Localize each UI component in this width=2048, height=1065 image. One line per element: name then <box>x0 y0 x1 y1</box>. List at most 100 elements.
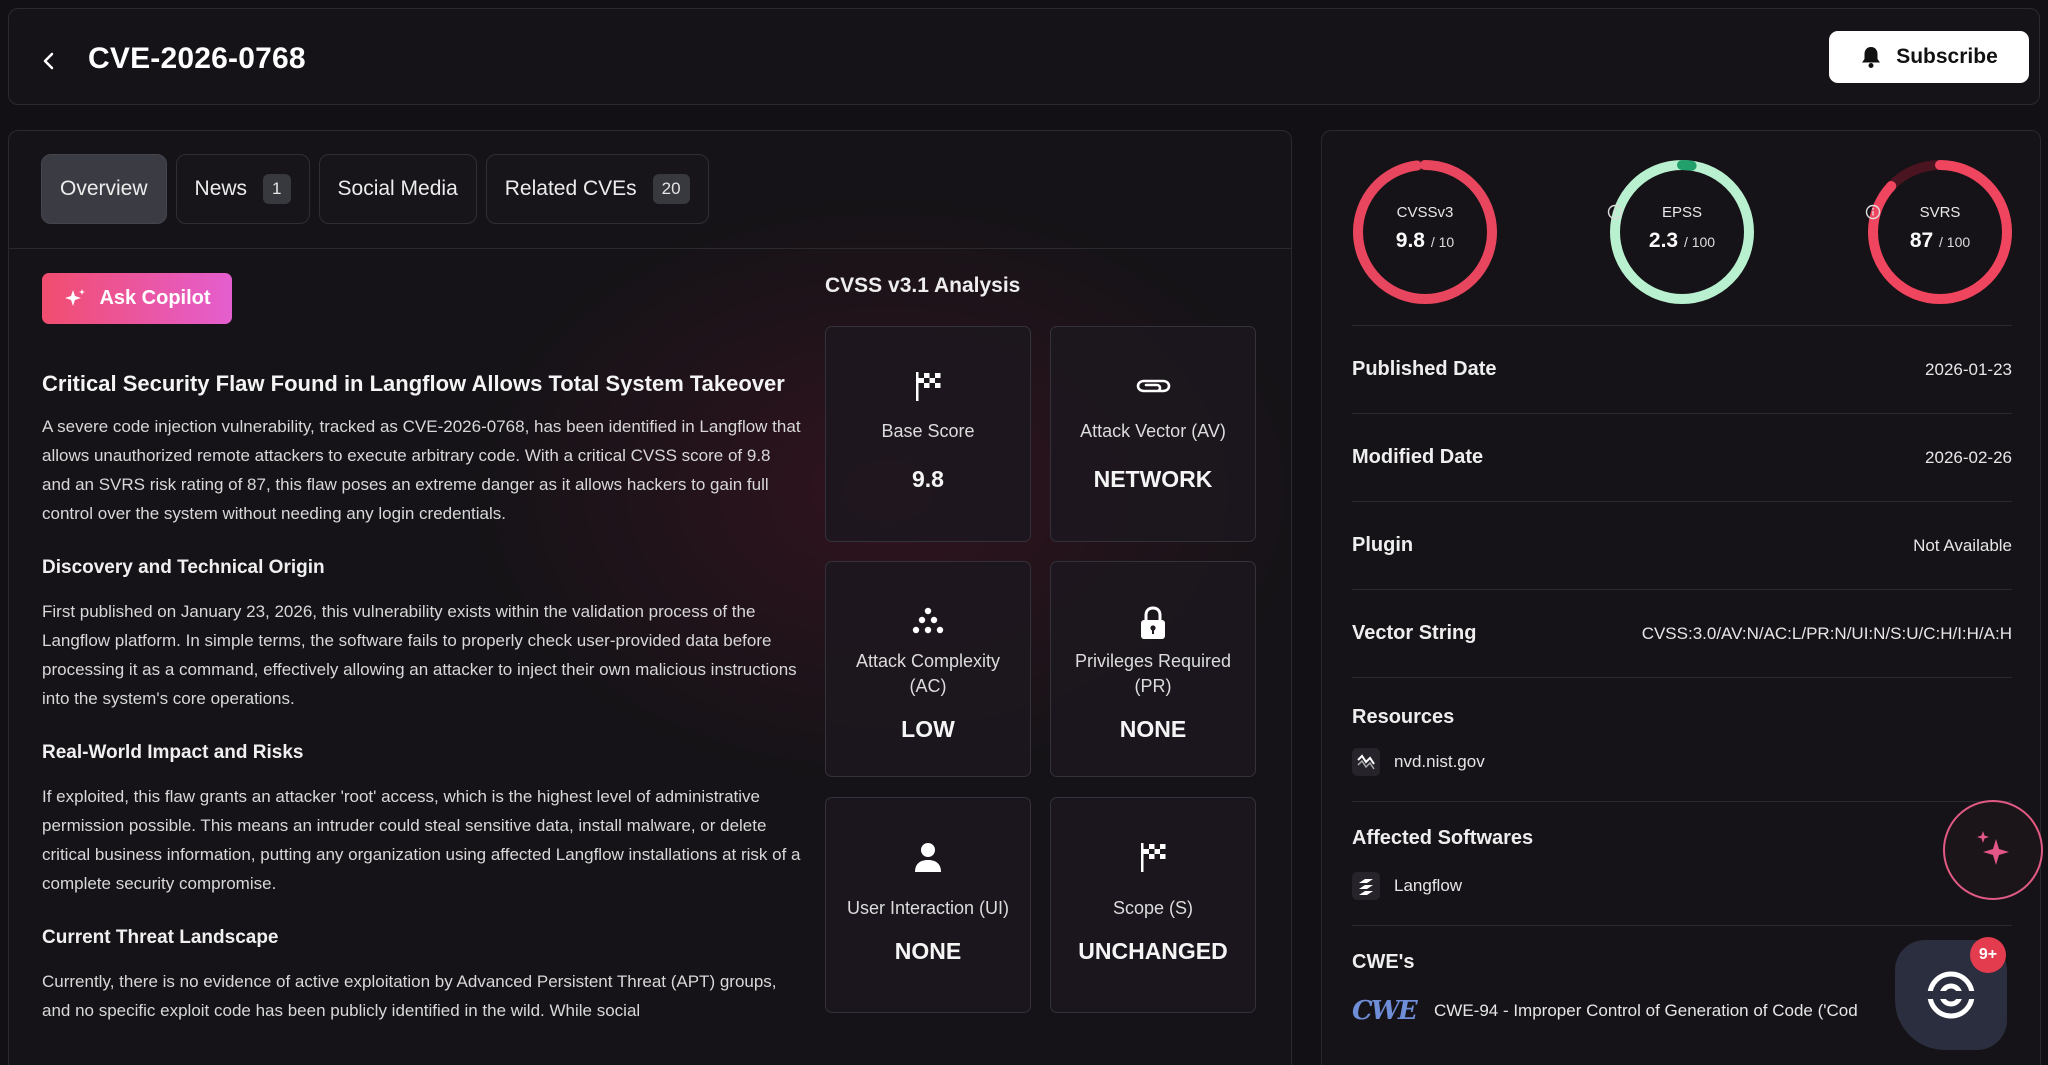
metric-label: Scope (S) <box>1112 898 1194 918</box>
info-icon[interactable] <box>1607 204 1623 220</box>
row-value: CVSS:3.0/AV:N/AC:L/PR:N/UI:N/S:U/C:H/I:H… <box>1641 624 2012 643</box>
section-label: Affected Softwares <box>1352 827 1534 849</box>
row-value: 2026-01-23 <box>1925 360 2012 379</box>
dots-pyramid-icon <box>912 607 944 634</box>
sparkle-icon <box>65 288 86 306</box>
resource-label: nvd.nist.gov <box>1394 752 1485 771</box>
cwe-item[interactable]: CWE CWE-94 - Improper Control of Generat… <box>1352 996 1858 1026</box>
affected-softwares-section: Affected Softwares Langflow <box>1352 801 2012 925</box>
cvss-score-gauge: CVSSv3 9.8 / 10 <box>1350 157 1500 307</box>
row-value: 2026-02-26 <box>1925 448 2012 467</box>
metric-label: Attack Complexity (AC) <box>855 651 1001 696</box>
metric-value: NONE <box>894 938 962 964</box>
article-intro: A severe code injection vulnerability, t… <box>42 417 801 523</box>
gauge-name: CVSSv3 <box>1396 204 1454 221</box>
cwe-label: CWE-94 - Improper Control of Generation … <box>1434 1001 1858 1020</box>
gauge-value: 87 <box>1909 229 1934 252</box>
svrs-score-gauge: SVRS 87 / 100 <box>1865 157 2015 307</box>
metric-card-base-score: Base Score 9.8 <box>825 326 1031 542</box>
gauge-max: / 100 <box>1683 234 1716 250</box>
row-key: Plugin <box>1352 534 1414 556</box>
metric-value: UNCHANGED <box>1078 938 1228 964</box>
tab-related-cves[interactable]: Related CVEs 20 <box>485 154 709 224</box>
info-icon[interactable] <box>1865 204 1881 220</box>
gauge-value: 9.8 <box>1395 229 1425 252</box>
metric-card-scope: Scope (S) UNCHANGED <box>1050 797 1256 1013</box>
section-body: Currently, there is no evidence of activ… <box>42 972 777 1020</box>
tab-divider <box>9 248 1291 249</box>
metric-card-user-interaction: User Interaction (UI) NONE <box>825 797 1031 1013</box>
copilot-fab-button[interactable] <box>1943 800 2043 900</box>
metric-label: User Interaction (UI) <box>846 898 1010 918</box>
software-label: Langflow <box>1394 876 1463 895</box>
section-heading: Discovery and Technical Origin <box>42 557 325 578</box>
vector-string-row: Vector String CVSS:3.0/AV:N/AC:L/PR:N/UI… <box>1352 589 2012 677</box>
ask-copilot-label: Ask Copilot <box>99 287 211 309</box>
metric-label: Privileges Required (PR) <box>1074 651 1232 696</box>
details-panel: CVSSv3 9.8 / 10 EPSS 2.3 / 100 SVRS 87 /… <box>1321 130 2041 1065</box>
sparkle-icon <box>1977 831 2009 865</box>
main-panel: Overview News 1 Social Media Related CVE… <box>8 130 1292 1065</box>
page-header: CVE-2026-0768 Subscribe <box>8 8 2040 105</box>
bell-icon <box>1862 47 1881 68</box>
section-body: First published on January 23, 2026, thi… <box>42 602 797 708</box>
tab-label: Related CVEs <box>504 177 637 200</box>
metric-value: NETWORK <box>1093 466 1213 492</box>
langflow-icon <box>1352 872 1380 900</box>
subscribe-label: Subscribe <box>1896 45 1998 68</box>
epss-score-gauge: EPSS 2.3 / 100 <box>1607 157 1757 307</box>
gauge-name: EPSS <box>1661 204 1703 221</box>
row-value: Not Available <box>1913 536 2012 555</box>
software-item[interactable]: Langflow <box>1352 872 1462 900</box>
gauge-value: 2.3 <box>1648 229 1679 252</box>
section-label: Resources <box>1352 706 1455 728</box>
metric-value: 9.8 <box>912 466 944 492</box>
tab-label: Social Media <box>337 177 458 200</box>
tab-count-badge: 1 <box>263 174 291 204</box>
user-icon <box>915 843 941 872</box>
published-date-row: Published Date 2026-01-23 <box>1352 325 2012 413</box>
plugin-row: Plugin Not Available <box>1352 501 2012 589</box>
chat-support-icon <box>1926 971 1976 1019</box>
tab-label: News <box>194 177 248 200</box>
tab-news[interactable]: News 1 <box>175 154 310 224</box>
ask-copilot-button[interactable]: Ask Copilot <box>42 273 232 324</box>
section-label: CWE's <box>1352 951 1415 973</box>
metric-card-attack-vector: Attack Vector (AV) NETWORK <box>1050 326 1256 542</box>
nvd-icon <box>1352 748 1380 776</box>
gauge-name: SVRS <box>1919 204 1961 221</box>
section-body: If exploited, this flaw grants an attack… <box>42 787 801 893</box>
subscribe-button[interactable]: Subscribe <box>1829 31 2029 83</box>
tab-bar: Overview News 1 Social Media Related CVE… <box>41 154 709 224</box>
flag-icon <box>1141 843 1166 872</box>
cvss-analysis-title: CVSS v3.1 Analysis <box>825 274 1021 297</box>
page-title: CVE-2026-0768 <box>88 42 306 75</box>
gauge-max: / 100 <box>1939 234 1971 250</box>
gauge-max: / 10 <box>1430 234 1455 250</box>
section-heading: Real-World Impact and Risks <box>42 742 304 763</box>
metric-label: Attack Vector (AV) <box>1080 421 1226 441</box>
tab-label: Overview <box>60 177 148 200</box>
article-title: Critical Security Flaw Found in Langflow… <box>42 371 785 396</box>
article: Critical Security Flaw Found in Langflow… <box>42 371 802 1025</box>
notification-badge: 9+ <box>1970 937 2006 973</box>
row-key: Modified Date <box>1352 446 1484 468</box>
tab-social-media[interactable]: Social Media <box>318 154 477 224</box>
cwe-logo: CWE <box>1352 996 1418 1026</box>
flag-icon <box>916 372 941 401</box>
tab-count-badge: 20 <box>652 174 690 204</box>
metric-card-privileges-required: Privileges Required (PR) NONE <box>1050 561 1256 777</box>
modified-date-row: Modified Date 2026-02-26 <box>1352 413 2012 501</box>
lock-icon <box>1141 606 1165 639</box>
row-key: Published Date <box>1352 358 1497 380</box>
row-key: Vector String <box>1352 622 1477 644</box>
metric-value: NONE <box>1119 716 1187 742</box>
tab-overview[interactable]: Overview <box>41 154 167 224</box>
metric-label: Base Score <box>881 421 975 441</box>
metric-card-attack-complexity: Attack Complexity (AC) LOW <box>825 561 1031 777</box>
resource-link[interactable]: nvd.nist.gov <box>1352 748 1485 776</box>
resources-section: Resources nvd.nist.gov <box>1352 677 2012 801</box>
chevron-left-icon <box>43 52 54 70</box>
paperclip-icon <box>1136 379 1171 393</box>
back-button[interactable] <box>33 45 65 77</box>
